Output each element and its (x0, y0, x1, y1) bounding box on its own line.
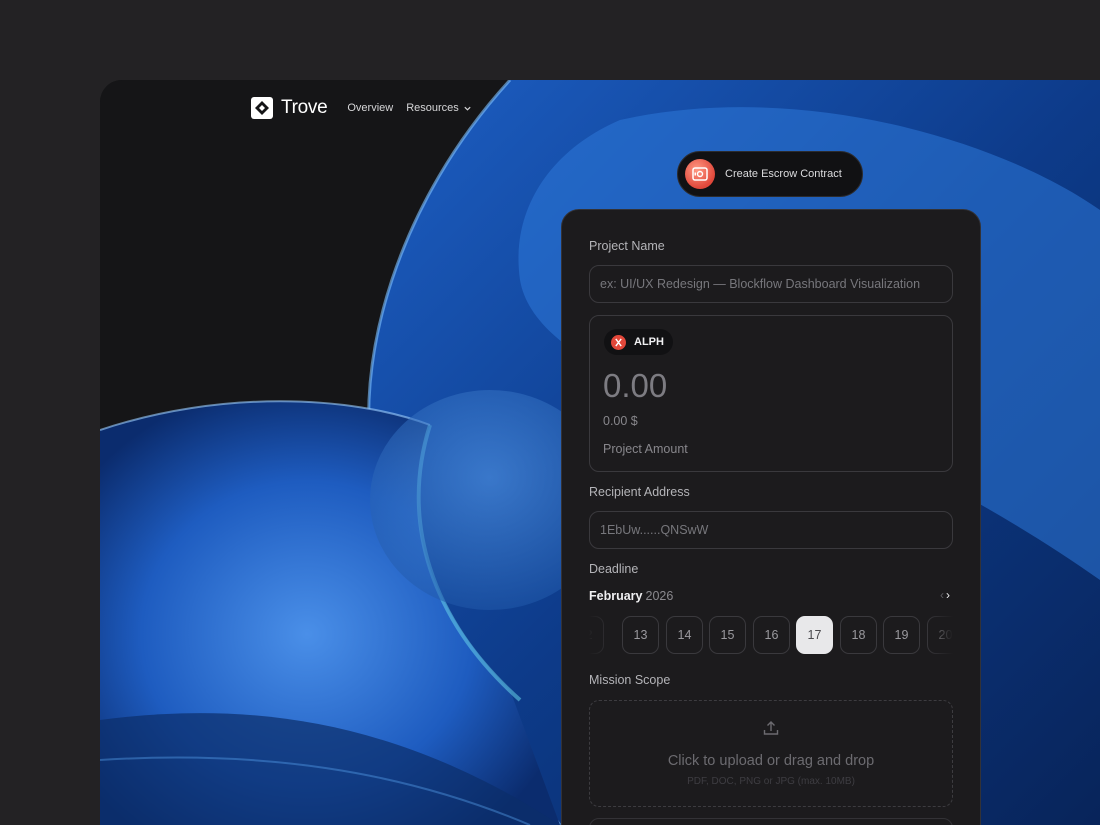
day-option-selected[interactable]: 17 (796, 616, 833, 654)
brand-name: Trove (281, 97, 328, 118)
project-name-label: Project Name (589, 239, 665, 253)
month-name: February (589, 589, 643, 603)
upload-icon (763, 721, 779, 735)
project-name-input[interactable] (589, 265, 953, 303)
deadline-label: Deadline (589, 562, 639, 576)
trove-logo-icon (251, 97, 273, 119)
day-option[interactable]: 13 (622, 616, 659, 654)
upload-hint: PDF, DOC, PNG or JPG (max. 10MB) (687, 776, 855, 787)
fade-right (925, 616, 953, 656)
create-escrow-button[interactable]: Create Escrow Contract (677, 151, 863, 197)
nav-link-label: Overview (347, 102, 394, 114)
nav-resources-link[interactable]: Resources (406, 102, 472, 114)
day-option[interactable]: 14 (666, 616, 703, 654)
project-amount-label: Project Amount (603, 442, 688, 456)
safe-icon (685, 159, 715, 189)
nav-link-label: Resources (406, 102, 459, 114)
file-upload-dropzone[interactable]: Click to upload or drag and drop PDF, DO… (589, 700, 953, 807)
top-nav: Trove Overview Resources (251, 96, 472, 120)
recipient-address-input[interactable] (589, 511, 953, 549)
fade-left (589, 616, 617, 656)
brand-logo[interactable]: Trove (251, 97, 328, 119)
project-amount-field[interactable]: ALPH 0.00 0.00 $ Project Amount (589, 315, 953, 472)
amount-usd: 0.00 $ (603, 414, 638, 428)
day-option[interactable]: 18 (840, 616, 877, 654)
amount-value[interactable]: 0.00 (603, 367, 667, 405)
month-nav: ‹ › (940, 588, 950, 602)
app-window: Trove Overview Resources Create Escrow C… (100, 80, 1100, 825)
upload-title: Click to upload or drag and drop (667, 753, 875, 769)
day-option[interactable]: 15 (709, 616, 746, 654)
mission-scope-label: Mission Scope (589, 673, 671, 687)
alph-icon (611, 334, 626, 350)
day-option[interactable]: 16 (753, 616, 790, 654)
recipient-label: Recipient Address (589, 485, 690, 499)
nav-overview-link[interactable]: Overview (347, 102, 393, 114)
next-field[interactable] (589, 818, 953, 825)
day-picker: 12 13 14 15 16 17 18 19 20 (589, 616, 953, 656)
token-selector[interactable]: ALPH (604, 329, 673, 355)
chevron-left-icon[interactable]: ‹ (940, 588, 944, 602)
token-symbol: ALPH (634, 336, 664, 348)
escrow-form-card: Project Name ALPH 0.00 0.00 $ Project Am… (561, 209, 981, 825)
month-year: 2026 (645, 589, 674, 603)
chevron-down-icon (464, 106, 471, 111)
calendar-month: February 2026 (589, 589, 673, 603)
create-escrow-label: Create Escrow Contract (725, 168, 842, 180)
day-option[interactable]: 19 (883, 616, 920, 654)
chevron-right-icon[interactable]: › (946, 588, 950, 602)
